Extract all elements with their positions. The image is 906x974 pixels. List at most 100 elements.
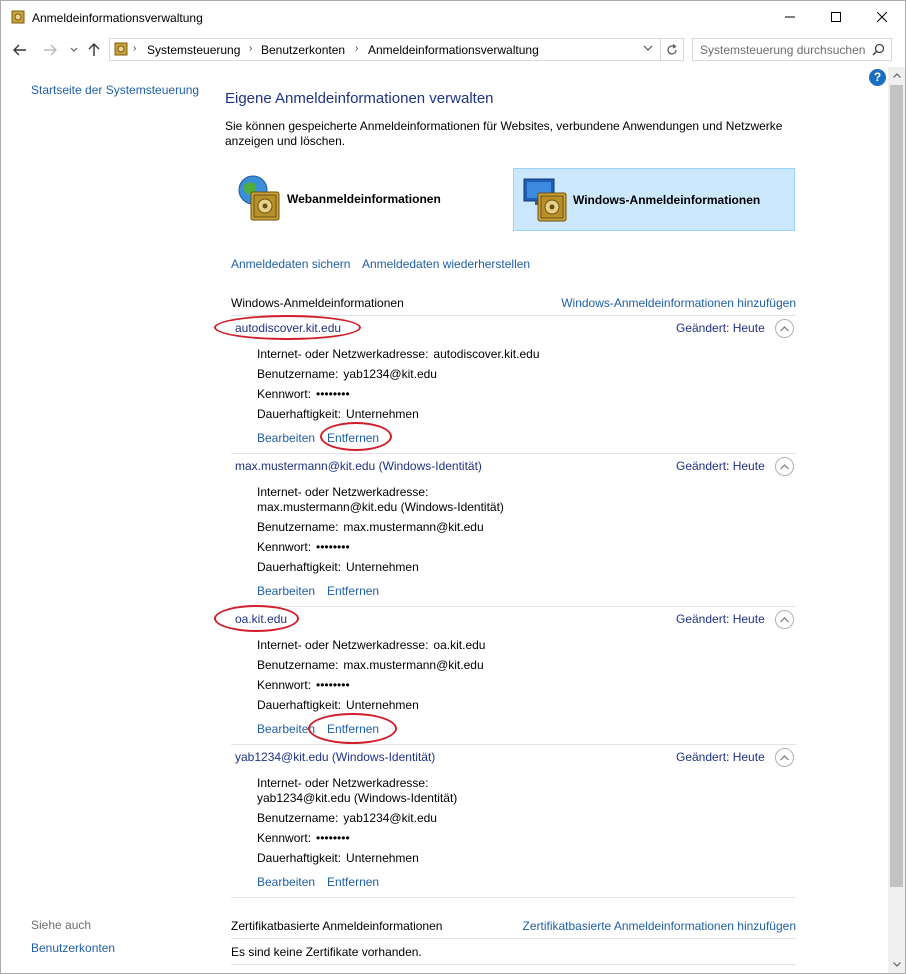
credential-address-label: Internet- oder Netzwerkadresse: (257, 485, 429, 499)
credential-persistence: Dauerhaftigkeit: Unternehmen (257, 407, 419, 421)
breadcrumb-separator-icon: › (355, 43, 359, 54)
credential-address: Internet- oder Netzwerkadresse: autodisco… (257, 347, 540, 361)
credential-changed: Geändert: Heute (676, 612, 765, 626)
recent-locations-button[interactable] (65, 41, 83, 59)
credential-changed: Geändert: Heute (676, 750, 765, 764)
credential-password: Kennwort: •••••••• (257, 678, 350, 692)
chevron-down-icon[interactable] (643, 44, 653, 52)
windows-credentials-tile[interactable]: Windows-Anmeldeinformationen (513, 168, 795, 231)
title-bar: Anmeldeinformationsverwaltung (1, 1, 905, 33)
breadcrumb-separator-icon: › (249, 43, 253, 54)
page-title: Eigene Anmeldeinformationen verwalten (225, 90, 494, 107)
remove-link[interactable]: Entfernen (327, 431, 379, 445)
edit-link[interactable]: Bearbeiten (257, 431, 315, 445)
edit-link[interactable]: Bearbeiten (257, 875, 315, 889)
windows-credentials-label: Windows-Anmeldeinformationen (573, 193, 761, 207)
maximize-button[interactable] (813, 1, 859, 33)
arrow-left-icon (13, 44, 26, 56)
add-certificate-credential-link[interactable]: Zertifikatbasierte Anmeldeinformationen … (523, 919, 797, 933)
edit-link[interactable]: Bearbeiten (257, 722, 315, 736)
globe-vault-icon (238, 175, 280, 221)
add-windows-credential-link[interactable]: Windows-Anmeldeinformationen hinzufügen (561, 296, 796, 310)
divider (231, 938, 796, 939)
chevron-up-icon (780, 463, 789, 469)
see-also-label: Siehe auch (31, 918, 92, 932)
web-credentials-tile[interactable]: Webanmeldeinformationen (227, 168, 507, 231)
credential-user: Benutzername: max.mustermann@kit.edu (257, 658, 484, 672)
scroll-up-button[interactable] (888, 67, 905, 84)
user-accounts-link[interactable]: Benutzerkonten (31, 941, 115, 955)
search-box[interactable] (692, 38, 892, 61)
arrow-right-icon (44, 44, 57, 56)
credential-password: Kennwort: •••••••• (257, 831, 350, 845)
refresh-icon (667, 43, 677, 55)
web-credentials-label: Webanmeldeinformationen (287, 192, 441, 206)
remove-link[interactable]: Entfernen (327, 722, 379, 736)
divider (231, 897, 796, 898)
breadcrumb-benutzerkonten[interactable]: Benutzerkonten (261, 43, 345, 57)
control-panel-home-link[interactable]: Startseite der Systemsteuerung (31, 83, 199, 97)
vertical-scrollbar[interactable] (888, 67, 905, 973)
close-button[interactable] (859, 1, 905, 33)
breadcrumb-separator-icon: › (133, 43, 137, 54)
close-icon (877, 12, 887, 22)
credential-address: max.mustermann@kit.edu (Windows-Identitä… (257, 500, 504, 514)
refresh-button[interactable] (660, 39, 683, 60)
credential-persistence: Dauerhaftigkeit: Unternehmen (257, 560, 419, 574)
divider (231, 315, 796, 316)
credential-address: yab1234@kit.edu (Windows-Identität) (257, 791, 458, 805)
credential-title[interactable]: max.mustermann@kit.edu (Windows-Identitä… (235, 459, 482, 473)
search-icon[interactable] (872, 43, 885, 56)
no-certificates-message: Es sind keine Zertifikate vorhanden. (231, 945, 422, 959)
chevron-down-icon (70, 47, 78, 52)
chevron-down-icon (892, 962, 901, 967)
divider (231, 453, 796, 454)
arrow-up-icon (88, 43, 100, 56)
section-title: Windows-Anmeldeinformationen (231, 296, 404, 310)
credential-title[interactable]: yab1234@kit.edu (Windows-Identität) (235, 750, 435, 764)
credential-changed: Geändert: Heute (676, 459, 765, 473)
remove-link[interactable]: Entfernen (327, 875, 379, 889)
backup-credentials-link[interactable]: Anmeldedaten sichern (231, 257, 350, 271)
credential-user: Benutzername: yab1234@kit.edu (257, 367, 437, 381)
back-button[interactable] (11, 41, 29, 59)
credential-persistence: Dauerhaftigkeit: Unternehmen (257, 851, 419, 865)
page-description: Sie können gespeicherte Anmeldeinformati… (225, 119, 783, 148)
credential-actions: Bearbeiten Entfernen (257, 584, 379, 598)
credential-address-label: Internet- oder Netzwerkadresse: (257, 776, 429, 790)
monitor-vault-icon (523, 178, 567, 222)
chevron-up-icon (892, 73, 901, 78)
up-button[interactable] (85, 41, 103, 59)
scroll-thumb[interactable] (890, 85, 903, 887)
breadcrumb-systemsteuerung[interactable]: Systemsteuerung (147, 43, 240, 57)
control-panel-icon (114, 42, 128, 56)
collapse-button[interactable] (775, 748, 794, 767)
search-input[interactable] (700, 42, 865, 58)
credential-changed: Geändert: Heute (676, 321, 765, 335)
collapse-button[interactable] (775, 319, 794, 338)
credential-password: Kennwort: •••••••• (257, 387, 350, 401)
credential-persistence: Dauerhaftigkeit: Unternehmen (257, 698, 419, 712)
vault-icon (11, 10, 25, 24)
section-title: Zertifikatbasierte Anmeldeinformationen (231, 919, 443, 933)
credential-title[interactable]: oa.kit.edu (235, 612, 287, 626)
edit-link[interactable]: Bearbeiten (257, 584, 315, 598)
chevron-up-icon (780, 325, 789, 331)
address-bar[interactable]: › Systemsteuerung › Benutzerkonten › Anm… (109, 38, 684, 61)
chevron-up-icon (780, 616, 789, 622)
divider (231, 744, 796, 745)
collapse-button[interactable] (775, 457, 794, 476)
credential-actions: Bearbeiten Entfernen (257, 875, 379, 889)
left-panel: Startseite der Systemsteuerung Siehe auc… (1, 67, 209, 973)
divider (231, 964, 796, 965)
credential-user: Benutzername: yab1234@kit.edu (257, 811, 437, 825)
forward-button[interactable] (41, 41, 59, 59)
help-icon[interactable]: ? (869, 69, 886, 86)
restore-credentials-link[interactable]: Anmeldedaten wiederherstellen (362, 257, 530, 271)
remove-link[interactable]: Entfernen (327, 584, 379, 598)
breadcrumb-anmeldeinformationsverwaltung[interactable]: Anmeldeinformationsverwaltung (368, 43, 539, 57)
scroll-down-button[interactable] (888, 956, 905, 973)
minimize-button[interactable] (767, 1, 813, 33)
collapse-button[interactable] (775, 610, 794, 629)
credential-title[interactable]: autodiscover.kit.edu (235, 321, 341, 335)
